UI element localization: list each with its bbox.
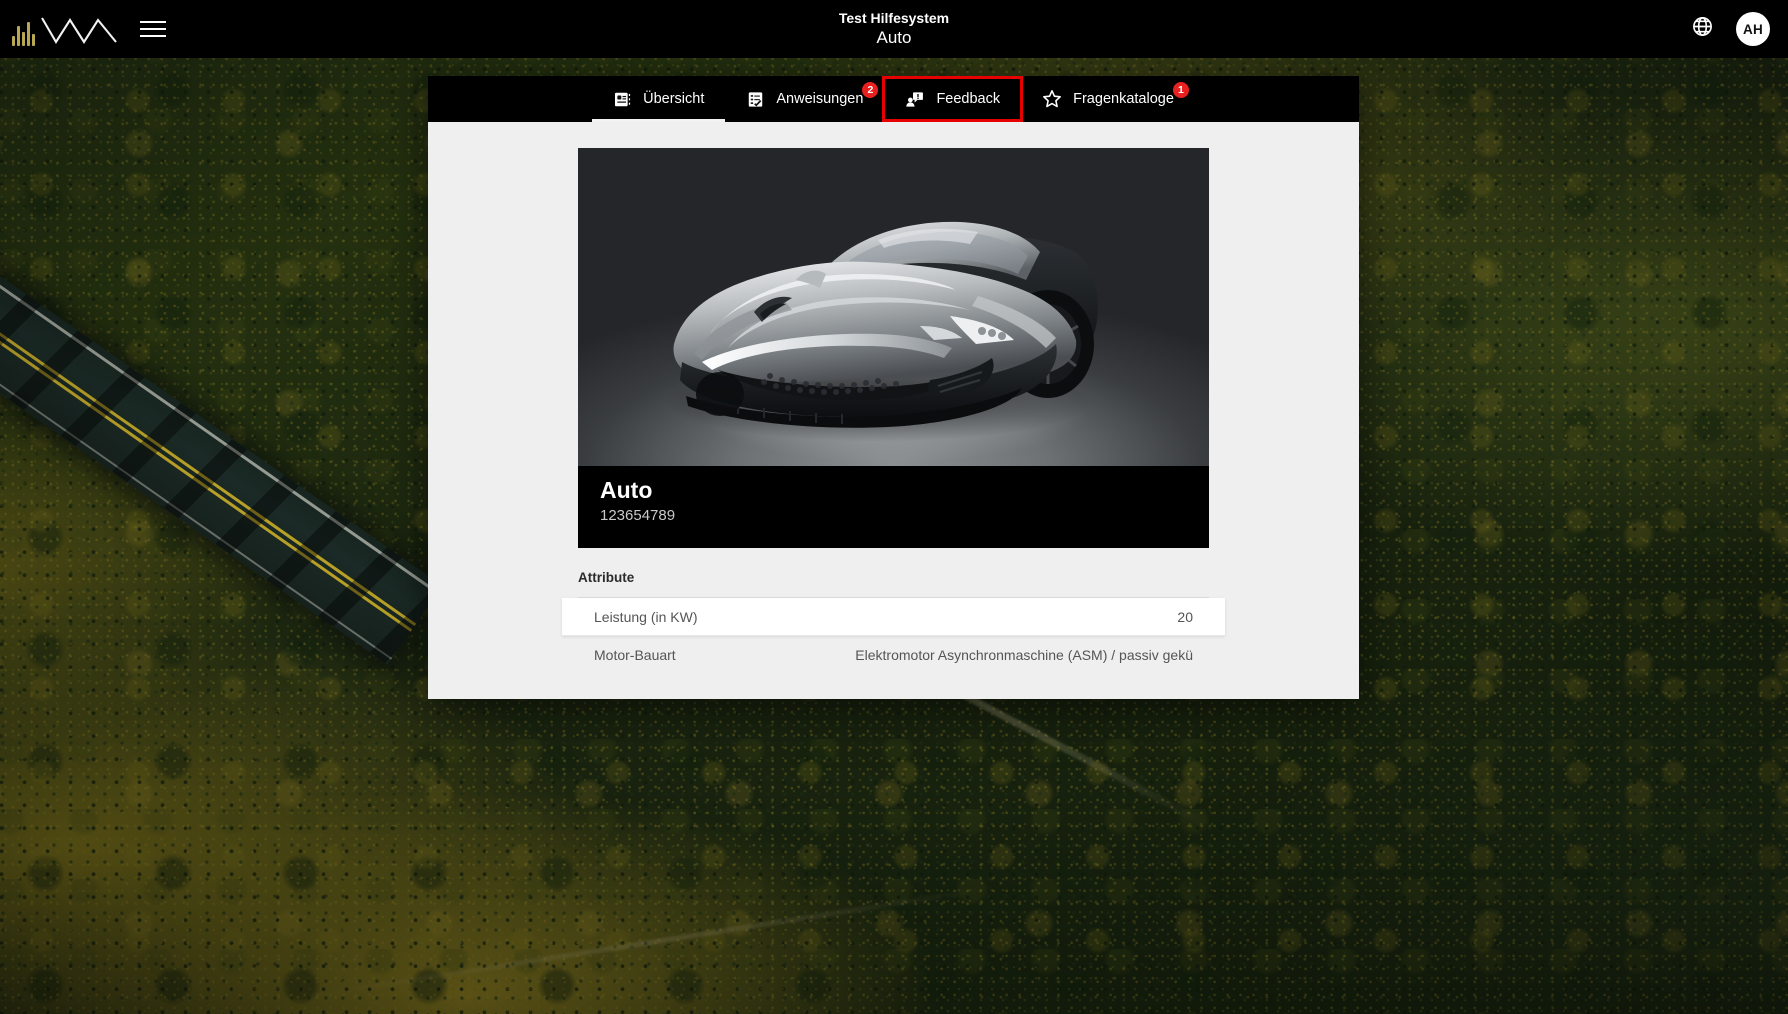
brand-logo[interactable] xyxy=(12,12,118,46)
avatar[interactable]: AH xyxy=(1736,12,1770,46)
logo-bar-1 xyxy=(12,36,15,46)
content-card: Übersicht Anweisungen 2 Feedback Fragenk… xyxy=(428,76,1359,699)
menu-line-1 xyxy=(140,21,166,23)
globe-icon[interactable] xyxy=(1691,15,1714,43)
sports-car-illustration xyxy=(663,221,1098,442)
tab-label: Anweisungen 2 xyxy=(776,82,879,107)
tab-label: Fragenkataloge 1 xyxy=(1073,82,1189,107)
attribute-row-leistung[interactable]: Leistung (in KW) 20 xyxy=(562,598,1225,636)
hero-caption: Auto 123654789 xyxy=(578,466,1209,548)
tab-label: Feedback xyxy=(936,91,1001,107)
hero-image xyxy=(578,148,1209,466)
logo-bar-4 xyxy=(27,22,30,46)
checklist-icon xyxy=(749,91,763,107)
tab-bar: Übersicht Anweisungen 2 Feedback Fragenk… xyxy=(428,76,1359,122)
header-title-block: Test Hilfesystem Auto xyxy=(0,10,1788,49)
content-column: Auto 123654789 Attribute Leistung (in KW… xyxy=(562,148,1225,674)
attribute-label: Motor-Bauart xyxy=(594,647,676,663)
logo-bar-5 xyxy=(32,34,35,46)
attribute-row-motor-bauart[interactable]: Motor-Bauart Elektromotor Asynchronmasch… xyxy=(578,636,1209,674)
tab-fragenkataloge[interactable]: Fragenkataloge 1 xyxy=(1021,76,1195,122)
tab-uebersicht[interactable]: Übersicht xyxy=(592,76,726,122)
tab-badge: 1 xyxy=(1172,82,1189,98)
star-icon xyxy=(1043,90,1062,108)
logo-bar-2 xyxy=(17,26,20,46)
tab-label: Übersicht xyxy=(643,91,705,107)
attribute-value: 20 xyxy=(1177,608,1193,625)
card-body: Auto 123654789 Attribute Leistung (in KW… xyxy=(428,122,1359,699)
app-header: Test Hilfesystem Auto AH xyxy=(0,0,1788,58)
attributes-list: Leistung (in KW) 20 Motor-Bauart Elektro… xyxy=(562,597,1225,674)
overview-card-icon xyxy=(615,92,631,106)
feedback-alert-icon xyxy=(906,91,924,107)
menu-line-2 xyxy=(140,28,166,30)
tab-feedback[interactable]: Feedback xyxy=(882,76,1024,122)
app-name: Test Hilfesystem xyxy=(838,9,950,26)
logo-chevron-mark xyxy=(41,17,117,45)
attribute-value: Elektromotor Asynchronmaschine (ASM) / p… xyxy=(855,647,1193,663)
menu-line-3 xyxy=(140,35,166,37)
hero-title: Auto xyxy=(600,477,653,503)
tab-anweisungen[interactable]: Anweisungen 2 xyxy=(725,76,884,122)
attributes-heading: Attribute xyxy=(578,570,635,585)
hamburger-menu-icon[interactable] xyxy=(140,17,168,41)
logo-bar-3 xyxy=(22,32,25,46)
attribute-label: Leistung (in KW) xyxy=(594,608,698,625)
hero-block: Auto 123654789 xyxy=(578,148,1209,548)
header-actions: AH xyxy=(1691,12,1770,46)
tab-badge: 2 xyxy=(862,82,879,98)
hero-subtitle: 123654789 xyxy=(600,507,676,524)
page-title: Auto xyxy=(876,27,912,47)
